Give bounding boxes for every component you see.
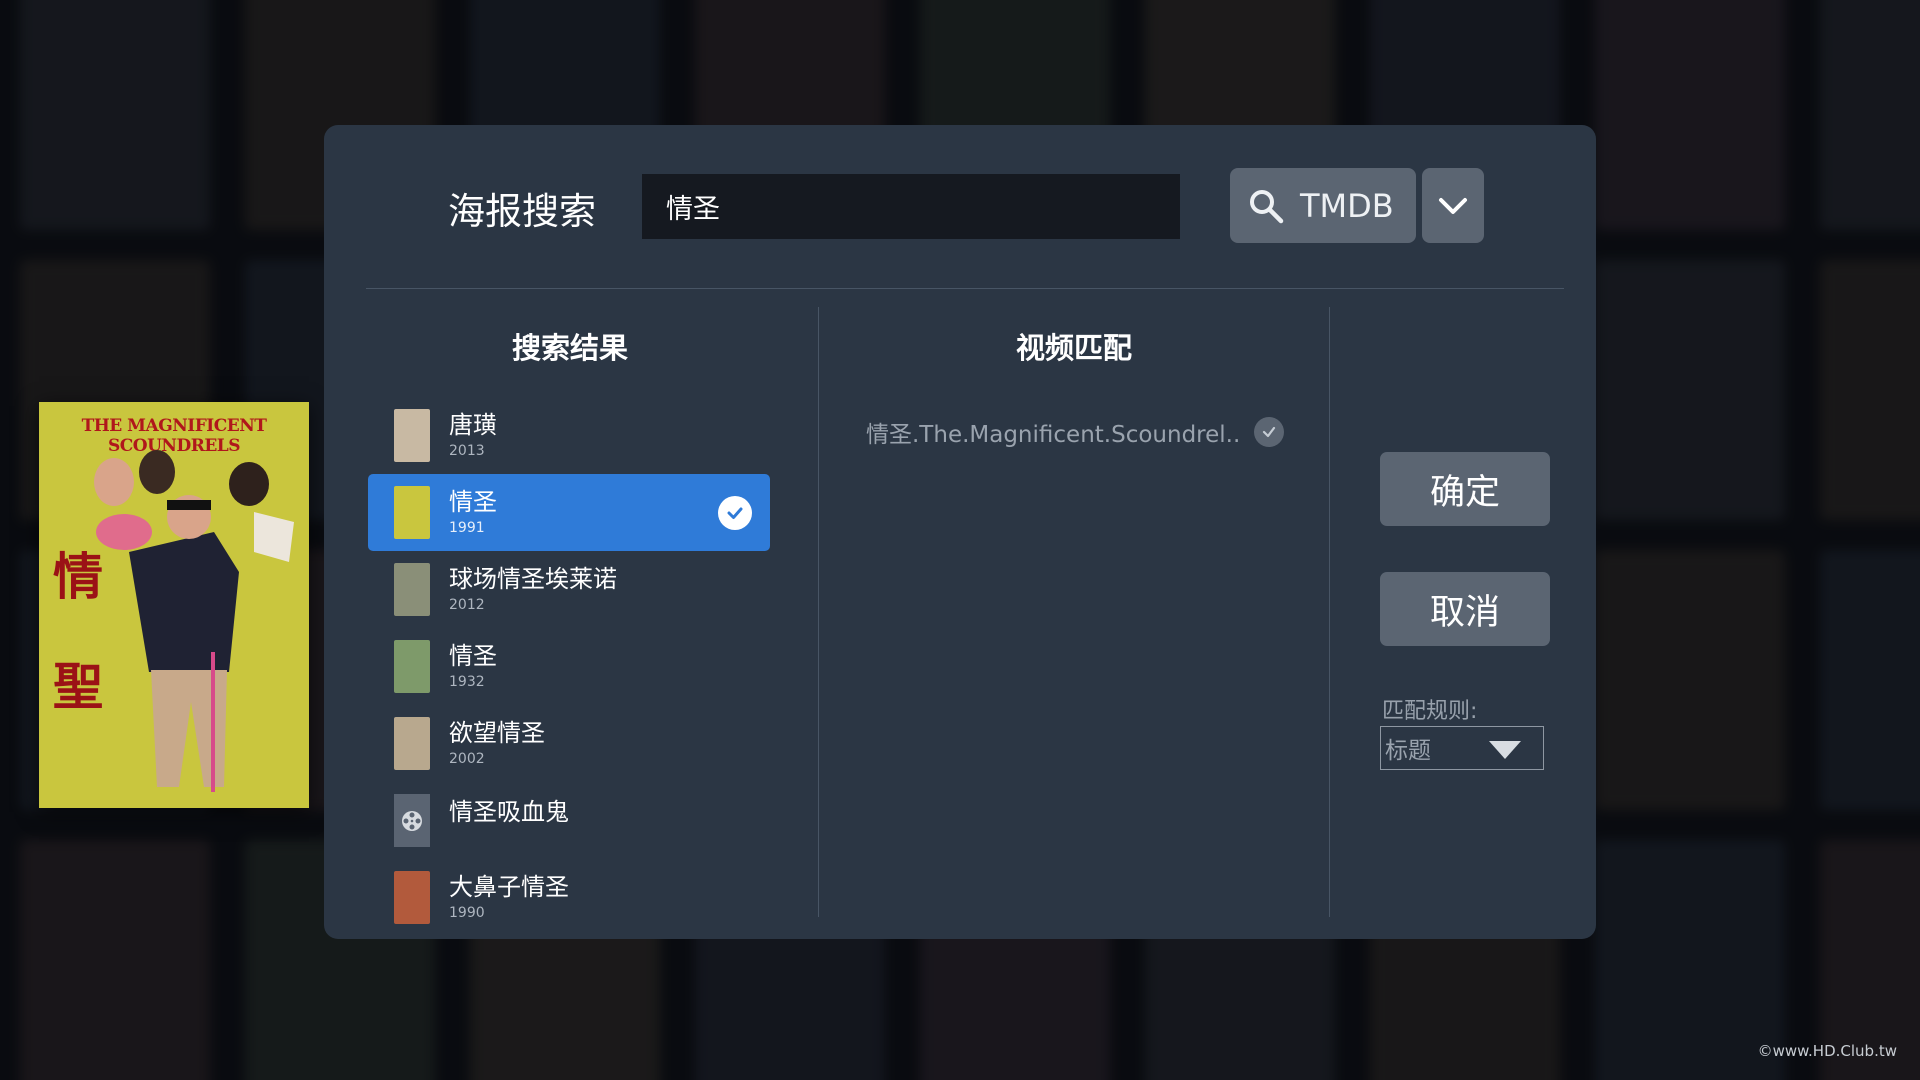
result-poster-thumbnail — [394, 409, 430, 462]
poster-preview: THE MAGNIFICENT SCOUNDRELS 情聖 — [39, 402, 309, 808]
results-column-header: 搜索结果 — [511, 331, 628, 365]
result-poster-thumbnail — [394, 717, 430, 770]
result-text: 情圣 1932 — [449, 641, 497, 692]
result-year: 2012 — [449, 597, 485, 613]
dropdown-triangle-icon — [1489, 741, 1521, 759]
search-source-label: TMDB — [1300, 186, 1394, 225]
search-input[interactable] — [642, 174, 1180, 239]
result-poster-thumbnail — [394, 486, 430, 539]
search-result-item[interactable]: 情圣 1991 — [368, 474, 770, 551]
poster-figures-illustration — [94, 450, 294, 792]
selected-check-icon — [718, 496, 752, 530]
match-rule-value: 标题 — [1385, 738, 1431, 764]
result-text: 情圣吸血鬼 — [449, 797, 569, 828]
match-check-icon — [1254, 417, 1285, 447]
result-title: 唐璜 — [449, 411, 497, 439]
video-match-filename: 情圣.The.Magnificent.Scoundrel.. — [866, 422, 1241, 448]
result-title: 球场情圣埃莱诺 — [449, 565, 617, 593]
result-year: 1991 — [449, 520, 485, 536]
match-rule-select[interactable]: 标题 — [1380, 726, 1544, 770]
match-rule-label: 匹配规则: — [1382, 699, 1478, 724]
confirm-button[interactable]: 确定 — [1380, 452, 1550, 526]
result-title: 大鼻子情圣 — [449, 873, 569, 901]
result-text: 唐璜 2013 — [449, 410, 497, 461]
result-poster-thumbnail — [394, 871, 430, 924]
header-divider — [366, 288, 1564, 289]
video-match-item[interactable]: 情圣.The.Magnificent.Scoundrel.. — [866, 415, 1285, 449]
search-result-item[interactable]: 欲望情圣 2002 — [368, 705, 770, 782]
watermark: ©www.HD.Club.tw — [1757, 1042, 1897, 1060]
result-text: 球场情圣埃莱诺 2012 — [449, 564, 617, 615]
search-result-item[interactable]: 大鼻子情圣 1990 — [368, 859, 770, 936]
chevron-down-icon — [1439, 197, 1467, 214]
result-title: 欲望情圣 — [449, 719, 545, 747]
match-column-header: 视频匹配 — [1015, 331, 1132, 365]
screen: THE MAGNIFICENT SCOUNDRELS 情聖 海报搜索 TMDB — [0, 0, 1920, 1080]
search-result-item[interactable]: 情圣 1932 — [368, 628, 770, 705]
result-year: 1990 — [449, 905, 485, 921]
cancel-button[interactable]: 取消 — [1380, 572, 1550, 646]
result-text: 情圣 1991 — [449, 487, 497, 538]
result-text: 大鼻子情圣 1990 — [449, 872, 569, 923]
search-result-item[interactable]: 唐璜 2013 — [368, 397, 770, 474]
result-year: 2002 — [449, 751, 485, 767]
result-title: 情圣 — [449, 642, 497, 670]
dialog-title: 海报搜索 — [448, 190, 596, 233]
search-icon — [1250, 189, 1284, 223]
source-dropdown-button[interactable] — [1422, 168, 1484, 243]
result-text: 欲望情圣 2002 — [449, 718, 545, 769]
search-results-list: 唐璜 2013 情圣 1991 球场情圣埃莱诺 2012 情圣 1932 欲望情圣 2002 情圣吸… — [368, 397, 770, 936]
result-title: 情圣吸血鬼 — [449, 798, 569, 826]
result-title: 情圣 — [449, 488, 497, 516]
film-reel-icon — [394, 794, 430, 847]
search-result-item[interactable]: 情圣吸血鬼 — [368, 782, 770, 859]
result-poster-thumbnail — [394, 563, 430, 616]
poster-search-dialog: 海报搜索 TMDB 搜索结果 视频匹配 唐璜 2013 情圣 1991 球场情圣埃莱诺 2… — [324, 125, 1596, 939]
result-poster-thumbnail — [394, 640, 430, 693]
column-divider-left — [818, 307, 819, 917]
column-divider-right — [1329, 307, 1330, 917]
result-year: 1932 — [449, 674, 485, 690]
search-source-button[interactable]: TMDB — [1230, 168, 1416, 243]
result-year: 2013 — [449, 443, 485, 459]
search-result-item[interactable]: 球场情圣埃莱诺 2012 — [368, 551, 770, 628]
